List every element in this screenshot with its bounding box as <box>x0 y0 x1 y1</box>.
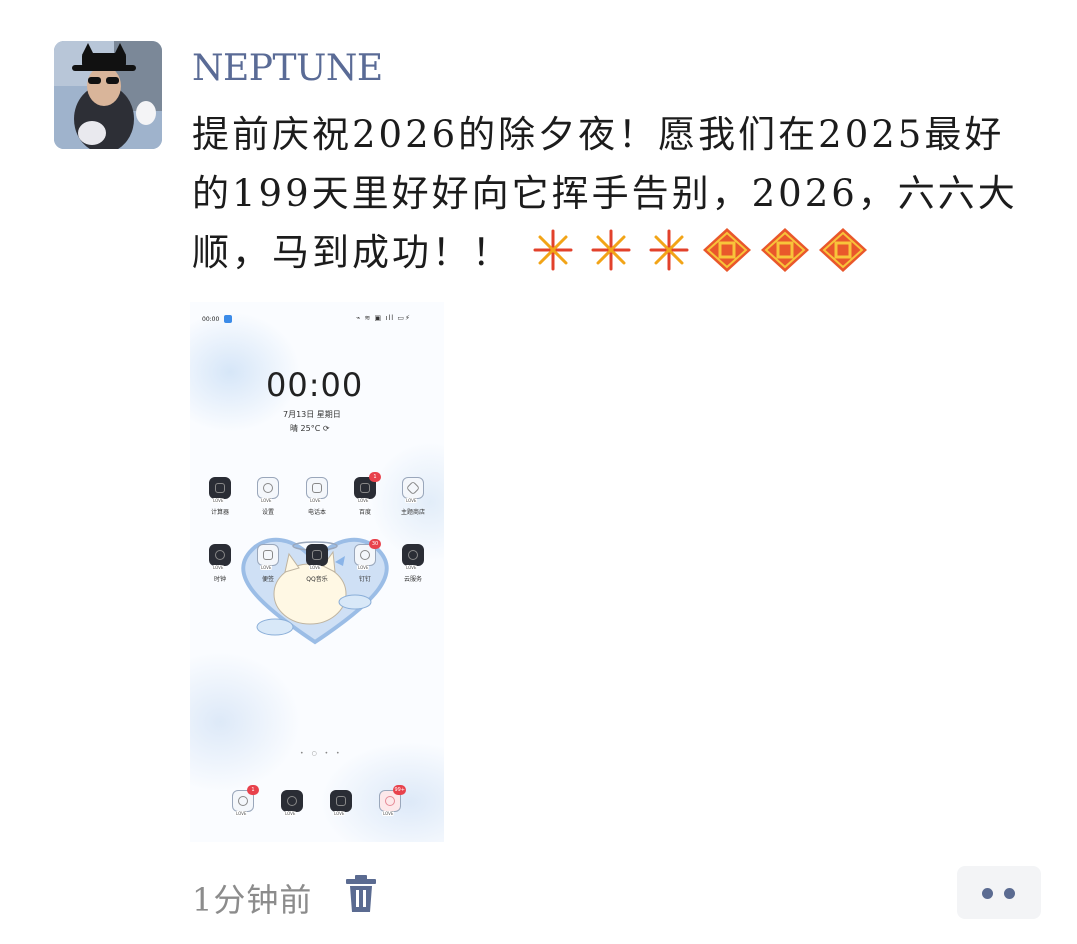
app-label: 时钟 <box>213 576 226 583</box>
app-music[interactable]: LOVE QQ音乐 <box>297 544 337 583</box>
app-baidu[interactable]: LOVE 1 百度 <box>345 472 385 516</box>
cloud-icon: LOVE <box>402 544 424 570</box>
app-label: 百度 <box>358 509 371 516</box>
lockscreen-clock: 00:00 <box>266 366 364 404</box>
app-label: 便签 <box>261 576 274 583</box>
camera-icon: LOVE <box>281 790 303 816</box>
fireworks-icon <box>527 227 579 273</box>
dingtalk-icon: LOVE 30 <box>354 539 381 570</box>
app-calculator[interactable]: LOVE 计算器 <box>200 477 240 516</box>
app-label: 计算器 <box>210 509 229 516</box>
app-theme-store[interactable]: LOVE 主题商店 <box>393 477 433 516</box>
weather-text: 晴 25°C ⟳ <box>290 423 330 434</box>
username[interactable]: NEPTUNE <box>192 48 383 89</box>
theme-store-icon: LOVE <box>402 477 424 503</box>
fireworks-icon <box>643 227 695 273</box>
badge: 99+ <box>393 785 406 795</box>
gallery-icon: LOVE <box>330 790 352 816</box>
avatar[interactable] <box>54 41 162 149</box>
lockscreen-date: 7月13日 星期日 <box>283 410 341 419</box>
dock-messages[interactable]: LOVE 99+ <box>370 785 410 816</box>
calculator-icon: LOVE <box>209 477 231 503</box>
app-settings[interactable]: LOVE 设置 <box>248 477 288 516</box>
more-icon <box>982 888 993 899</box>
clock-icon: LOVE <box>209 544 231 570</box>
baidu-icon: LOVE 1 <box>354 472 381 503</box>
dock-gallery[interactable]: LOVE <box>321 790 361 816</box>
music-icon: LOVE <box>306 544 328 570</box>
page-indicator: • ○ • • <box>300 750 343 757</box>
app-label: 钉钉 <box>358 576 371 583</box>
weather-label: 晴 25°C <box>290 424 321 433</box>
more-button[interactable] <box>957 866 1041 919</box>
attached-screenshot[interactable]: 00:00 ⌁ ≋ ▣ ıll ▭⚡ 00:00 7月13日 星期日 晴 25°… <box>190 302 444 842</box>
dock-phone[interactable]: LOVE 1 <box>223 785 263 816</box>
fu-icon <box>701 227 753 273</box>
badge: 1 <box>247 785 259 795</box>
avatar-image <box>54 41 162 149</box>
status-bar-icons: ⌁ ≋ ▣ ıll ▭⚡ <box>356 314 411 322</box>
app-cloud[interactable]: LOVE 云服务 <box>393 544 433 583</box>
notes-icon: LOVE <box>257 544 279 570</box>
post-text: 提前庆祝2026的除夕夜！愿我们在2025最好的199天里好好向它挥手告别，20… <box>192 105 1032 282</box>
app-clock[interactable]: LOVE 时钟 <box>200 544 240 583</box>
contacts-icon: LOVE <box>306 477 328 503</box>
refresh-icon: ⟳ <box>322 424 330 433</box>
badge: 1 <box>369 472 381 482</box>
app-label: 设置 <box>261 509 274 516</box>
settings-icon: LOVE <box>257 477 279 503</box>
post-time: 1分钟前 <box>192 881 313 919</box>
app-dingtalk[interactable]: LOVE 30 钉钉 <box>345 539 385 583</box>
messages-icon: LOVE 99+ <box>379 785 406 816</box>
notification-icon <box>224 315 232 323</box>
app-label: 电话本 <box>307 509 326 516</box>
app-label: 主题商店 <box>400 509 425 516</box>
badge: 30 <box>369 539 381 549</box>
app-notes[interactable]: LOVE 便签 <box>248 544 288 583</box>
app-label: QQ音乐 <box>306 576 328 583</box>
dock-camera[interactable]: LOVE <box>272 790 312 816</box>
more-icon <box>1004 888 1015 899</box>
app-label: 云服务 <box>403 576 422 583</box>
trash-icon[interactable] <box>345 874 377 914</box>
fu-icon <box>817 227 869 273</box>
phone-icon: LOVE 1 <box>232 785 259 816</box>
app-contacts[interactable]: LOVE 电话本 <box>297 477 337 516</box>
fu-icon <box>759 227 811 273</box>
fireworks-icon <box>585 227 637 273</box>
status-bar-time: 00:00 <box>202 316 220 323</box>
